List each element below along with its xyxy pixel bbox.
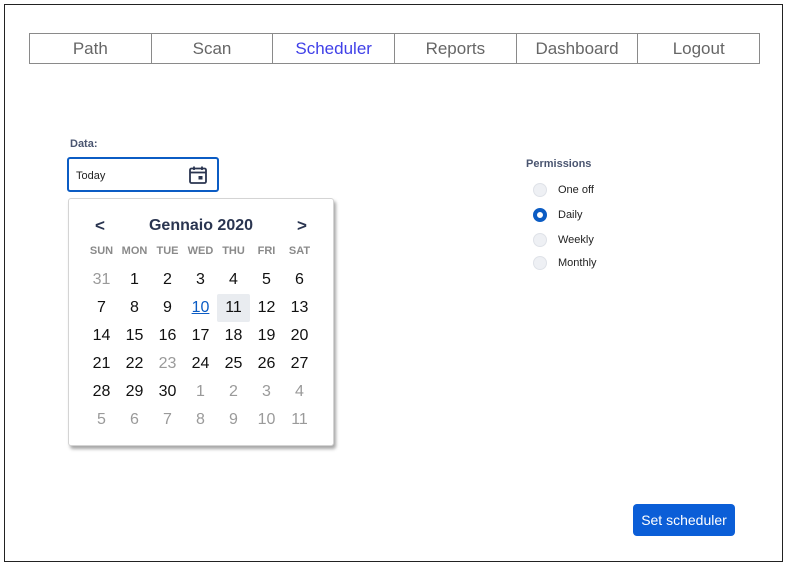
- radio-option-monthly[interactable]: Monthly: [533, 256, 597, 270]
- calendar-icon[interactable]: [188, 165, 208, 185]
- calendar-day[interactable]: 8: [184, 406, 217, 434]
- calendar-day[interactable]: 13: [283, 294, 316, 322]
- calendar-day[interactable]: 4: [217, 266, 250, 294]
- weekday-header: SUN MON TUE WED THU FRI SAT: [85, 245, 316, 257]
- radio-option-one-off[interactable]: One off: [533, 183, 594, 197]
- calendar-day-today[interactable]: 10: [184, 294, 217, 322]
- calendar-day[interactable]: 9: [151, 294, 184, 322]
- radio-button[interactable]: [533, 208, 547, 222]
- calendar-day[interactable]: 20: [283, 322, 316, 350]
- calendar-day[interactable]: 3: [184, 266, 217, 294]
- top-nav: Path Scan Scheduler Reports Dashboard Lo…: [29, 33, 760, 64]
- set-scheduler-button[interactable]: Set scheduler: [633, 504, 735, 536]
- calendar-day[interactable]: 11: [283, 406, 316, 434]
- prev-month-button[interactable]: <: [95, 216, 105, 236]
- weekday-label: TUE: [156, 245, 179, 257]
- weekday-label: WED: [187, 245, 214, 257]
- calendar-day[interactable]: 9: [217, 406, 250, 434]
- calendar-day[interactable]: 10: [250, 406, 283, 434]
- calendar-day[interactable]: 7: [85, 294, 118, 322]
- weekday-label: SUN: [89, 245, 114, 257]
- calendar-day[interactable]: 5: [85, 406, 118, 434]
- calendar-day[interactable]: 8: [118, 294, 151, 322]
- calendar-day[interactable]: 4: [283, 378, 316, 406]
- calendar-day[interactable]: 17: [184, 322, 217, 350]
- date-input[interactable]: Today: [67, 157, 219, 192]
- calendar-day[interactable]: 22: [118, 350, 151, 378]
- radio-option-daily[interactable]: Daily: [533, 208, 582, 222]
- calendar-day[interactable]: 24: [184, 350, 217, 378]
- calendar-month-title: Gennaio 2020: [148, 217, 254, 234]
- radio-button[interactable]: [533, 233, 547, 247]
- calendar-day[interactable]: 27: [283, 350, 316, 378]
- calendar-header: < Gennaio 2020 >: [69, 215, 333, 237]
- calendar-day[interactable]: 31: [85, 266, 118, 294]
- radio-button[interactable]: [533, 183, 547, 197]
- calendar-day[interactable]: 3: [250, 378, 283, 406]
- weekday-label: MON: [121, 245, 148, 257]
- calendar-day[interactable]: 26: [250, 350, 283, 378]
- calendar-day[interactable]: 14: [85, 322, 118, 350]
- weekday-label: THU: [222, 245, 245, 257]
- nav-item-scheduler[interactable]: Scheduler: [273, 34, 396, 63]
- calendar-day[interactable]: 6: [118, 406, 151, 434]
- calendar-day[interactable]: 30: [151, 378, 184, 406]
- nav-item-dashboard[interactable]: Dashboard: [517, 34, 639, 63]
- next-month-button[interactable]: >: [297, 216, 307, 236]
- permissions-label: Permissions: [526, 158, 592, 170]
- calendar-day[interactable]: 5: [250, 266, 283, 294]
- nav-item-path[interactable]: Path: [30, 34, 152, 63]
- calendar-day[interactable]: 25: [217, 350, 250, 378]
- calendar-day[interactable]: 23: [151, 350, 184, 378]
- radio-label: Monthly: [558, 257, 597, 269]
- calendar-day[interactable]: 28: [85, 378, 118, 406]
- calendar-day[interactable]: 1: [118, 266, 151, 294]
- calendar-day[interactable]: 1: [184, 378, 217, 406]
- nav-item-reports[interactable]: Reports: [395, 34, 517, 63]
- calendar-day[interactable]: 19: [250, 322, 283, 350]
- date-input-value: Today: [76, 170, 106, 182]
- calendar-popup: < Gennaio 2020 > SUN MON TUE WED THU FRI…: [68, 198, 334, 446]
- calendar-day[interactable]: 2: [217, 378, 250, 406]
- weekday-label: SAT: [288, 245, 311, 257]
- nav-item-scan[interactable]: Scan: [152, 34, 274, 63]
- weekday-label: FRI: [257, 245, 276, 257]
- calendar-day[interactable]: 16: [151, 322, 184, 350]
- nav-item-logout[interactable]: Logout: [638, 34, 759, 63]
- calendar-day[interactable]: 12: [250, 294, 283, 322]
- calendar-day[interactable]: 21: [85, 350, 118, 378]
- radio-button[interactable]: [533, 256, 547, 270]
- calendar-day[interactable]: 6: [283, 266, 316, 294]
- radio-label: One off: [558, 184, 594, 196]
- calendar-day[interactable]: 18: [217, 322, 250, 350]
- date-field-label: Data:: [70, 138, 98, 150]
- calendar-day[interactable]: 29: [118, 378, 151, 406]
- radio-option-weekly[interactable]: Weekly: [533, 233, 594, 247]
- calendar-day-grid: 31 1 2 3 4 5 6 7 8 9 10 11 12 13 14 15 16 17 18 19 20 21 22 23 2…: [85, 266, 316, 434]
- calendar-day[interactable]: 7: [151, 406, 184, 434]
- radio-label: Weekly: [558, 234, 594, 246]
- radio-label: Daily: [558, 209, 583, 221]
- calendar-day[interactable]: 2: [151, 266, 184, 294]
- calendar-day[interactable]: 15: [118, 322, 151, 350]
- calendar-day-selected[interactable]: 11: [217, 294, 250, 322]
